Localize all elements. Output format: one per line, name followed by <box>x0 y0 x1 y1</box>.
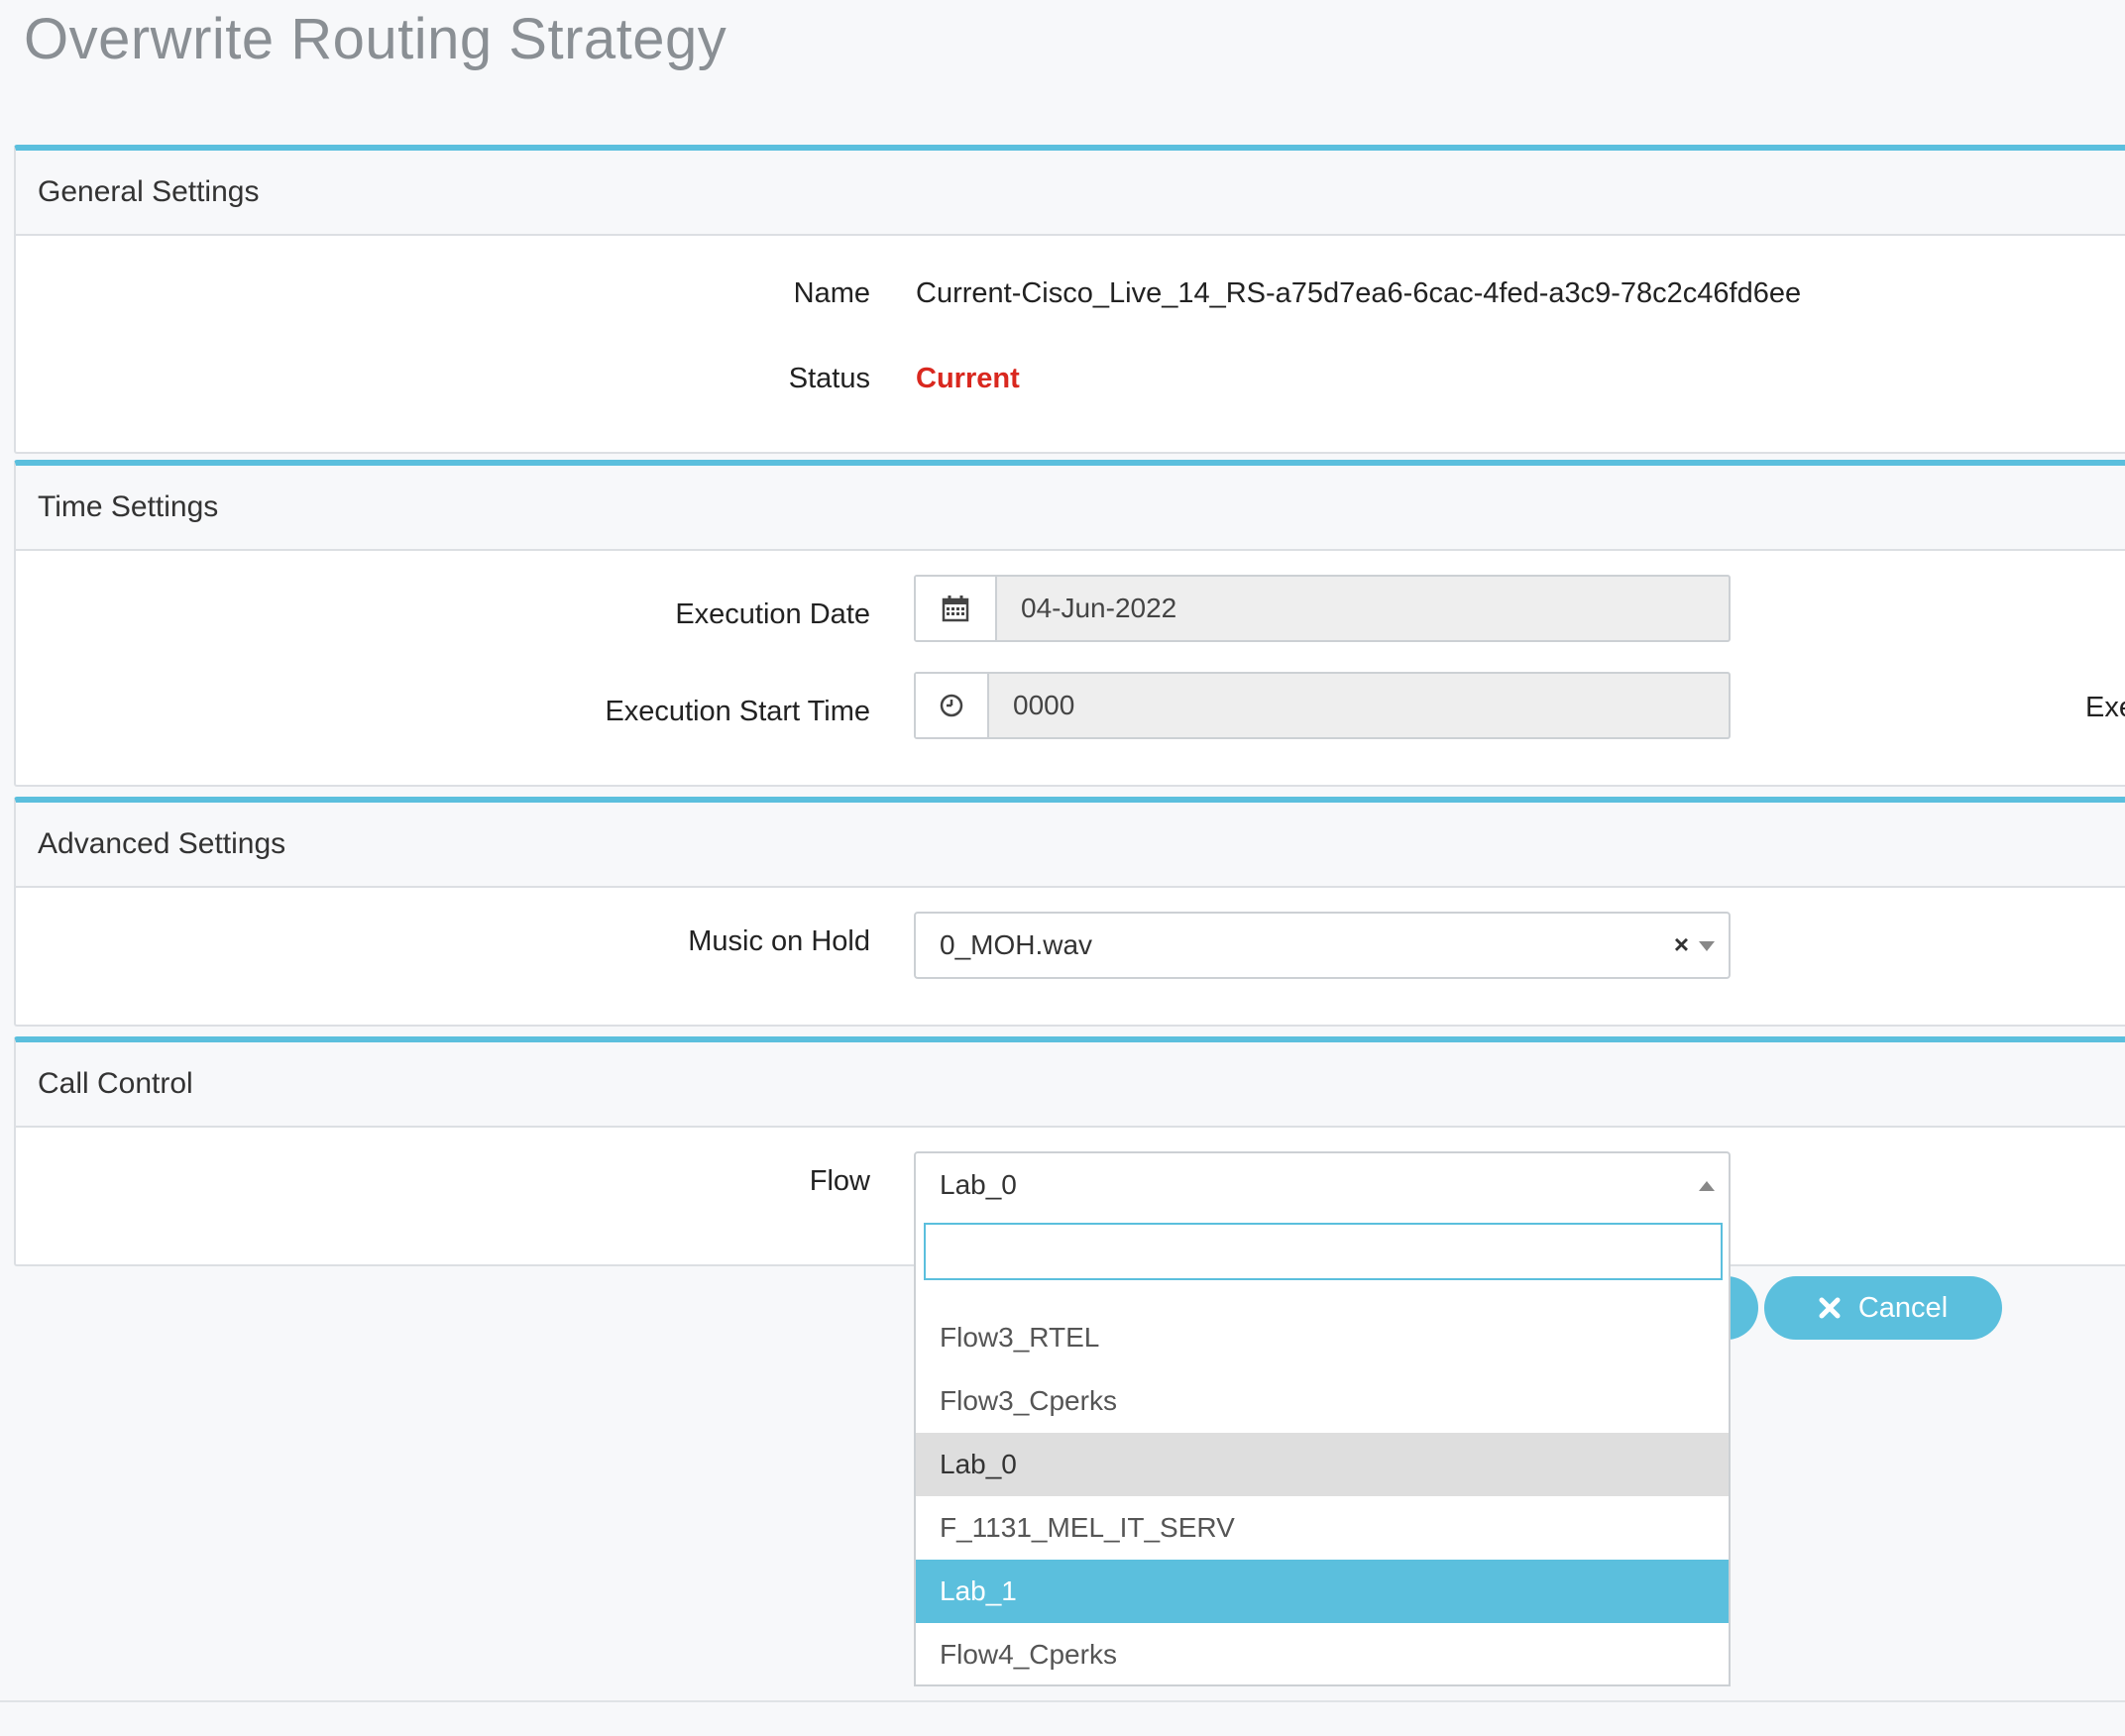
status-label: Status <box>788 363 870 394</box>
clock-icon[interactable] <box>916 674 989 737</box>
general-settings-panel: General Settings Name Current-Cisco_Live… <box>14 145 2125 454</box>
flow-search-input[interactable] <box>924 1223 1723 1280</box>
clear-icon[interactable]: × <box>1674 929 1689 960</box>
calendar-icon[interactable] <box>916 577 997 640</box>
cancel-button[interactable]: Cancel <box>1764 1276 2002 1340</box>
call-control-heading: Call Control <box>16 1042 2125 1128</box>
music-on-hold-value: 0_MOH.wav <box>940 929 1093 960</box>
cut-off-label: Exe <box>2085 692 2125 723</box>
flow-option[interactable]: F_1131_MEL_IT_SERV <box>916 1496 1729 1560</box>
name-value: Current-Cisco_Live_14_RS-a75d7ea6-6cac-4… <box>916 277 1802 309</box>
flow-options-list: Flow3_RTEL Flow3_Cperks Lab_0 F_1131_MEL… <box>916 1306 1729 1686</box>
name-label: Name <box>793 277 870 309</box>
flow-option[interactable]: Flow4_Cperks <box>916 1623 1729 1686</box>
music-on-hold-select[interactable]: 0_MOH.wav × <box>914 912 1731 979</box>
execution-date-value[interactable]: 04-Jun-2022 <box>997 577 1729 640</box>
flow-option-highlighted[interactable]: Lab_1 <box>916 1560 1729 1623</box>
chevron-down-icon[interactable] <box>1699 941 1715 951</box>
general-settings-heading: General Settings <box>16 151 2125 236</box>
chevron-up-icon[interactable] <box>1699 1181 1715 1191</box>
execution-date-input[interactable]: 04-Jun-2022 <box>914 575 1731 642</box>
page-title: Overwrite Routing Strategy <box>24 7 727 71</box>
flow-option[interactable]: Flow3_Cperks <box>916 1369 1729 1433</box>
page: Overwrite Routing Strategy General Setti… <box>0 0 2125 1736</box>
flow-select[interactable]: Lab_0 <box>914 1151 1731 1219</box>
advanced-settings-heading: Advanced Settings <box>16 803 2125 888</box>
status-value: Current <box>916 363 1020 394</box>
advanced-settings-panel: Advanced Settings Music on Hold 0_MOH.wa… <box>14 797 2125 1027</box>
flow-option-selected[interactable]: Lab_0 <box>916 1433 1729 1496</box>
close-icon <box>1819 1297 1841 1319</box>
execution-start-label: Execution Start Time <box>605 696 870 727</box>
execution-start-value[interactable]: 0000 <box>989 674 1729 737</box>
divider <box>0 1700 2125 1702</box>
cancel-label: Cancel <box>1857 1291 1949 1324</box>
time-settings-heading: Time Settings <box>16 466 2125 551</box>
execution-date-label: Execution Date <box>675 598 870 630</box>
music-on-hold-label: Music on Hold <box>688 925 870 957</box>
execution-start-input[interactable]: 0000 <box>914 672 1731 739</box>
flow-option[interactable]: Flow3_RTEL <box>916 1306 1729 1369</box>
time-settings-panel: Time Settings Execution Date 04-Jun-2022… <box>14 460 2125 787</box>
flow-dropdown: Flow3_RTEL Flow3_Cperks Lab_0 F_1131_MEL… <box>914 1213 1731 1686</box>
flow-value: Lab_0 <box>940 1169 1017 1200</box>
flow-label: Flow <box>809 1165 870 1197</box>
